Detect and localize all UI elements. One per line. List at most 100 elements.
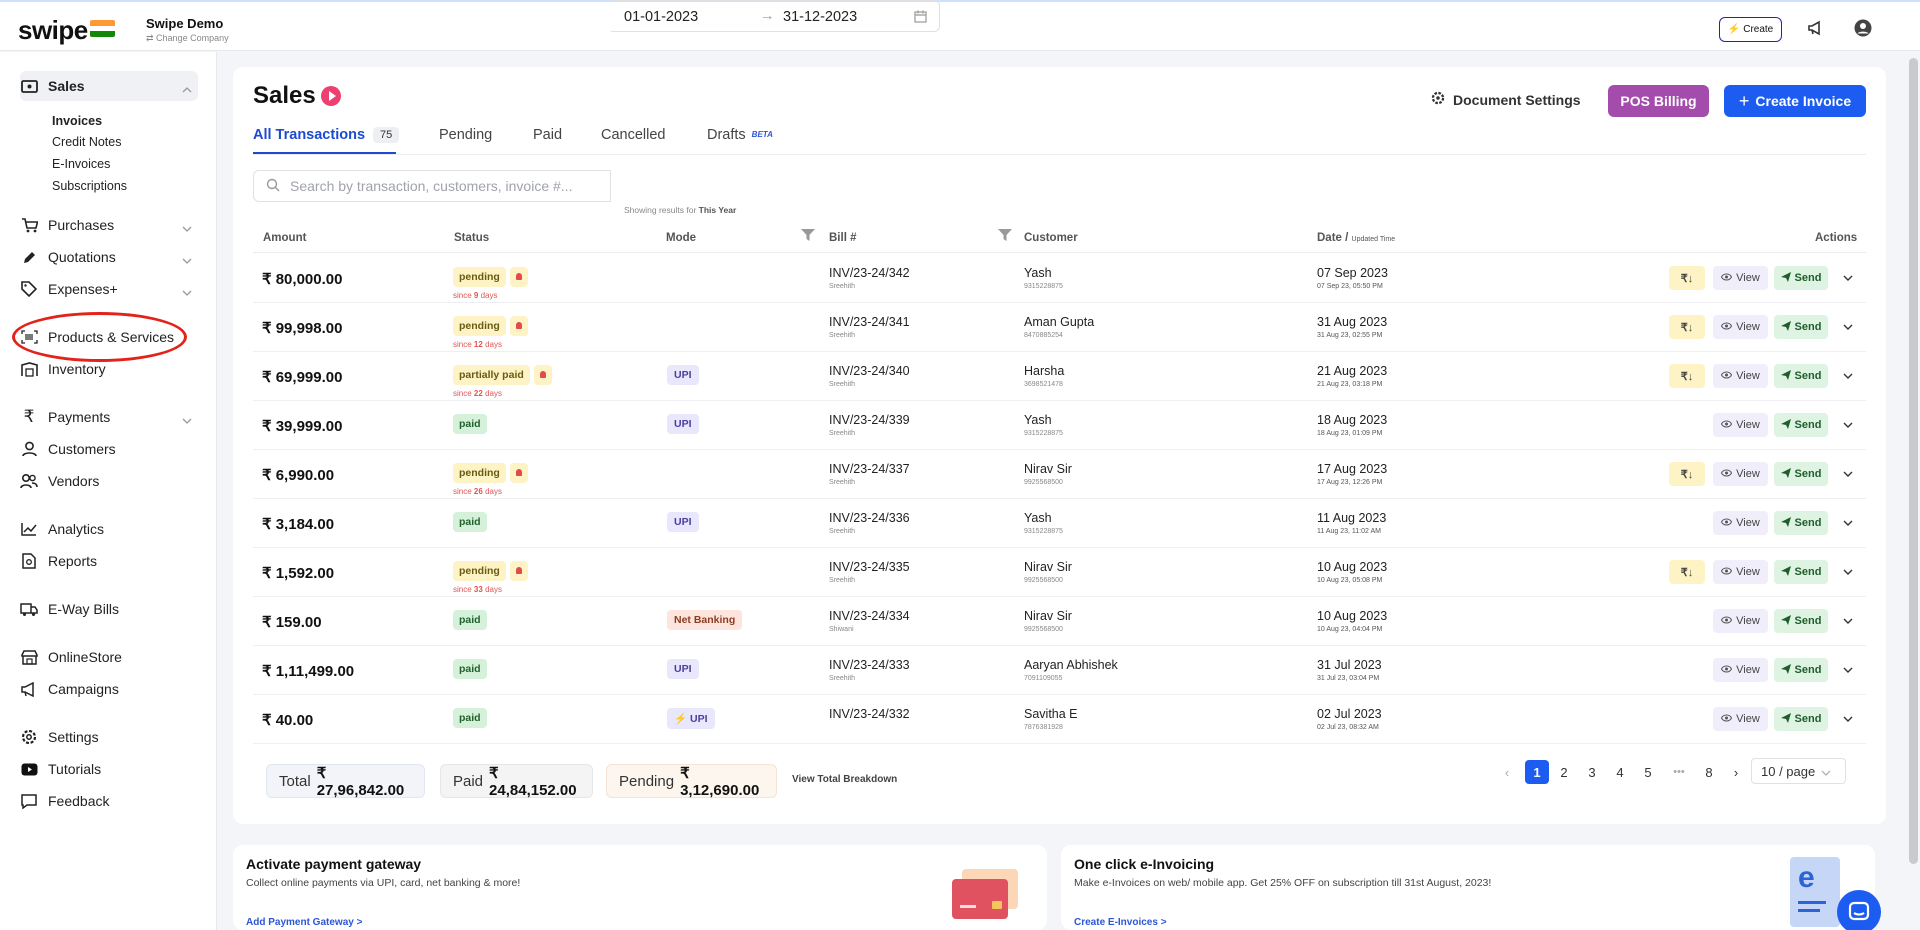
- view-button[interactable]: View: [1713, 560, 1768, 584]
- tab-cancelled[interactable]: Cancelled: [601, 127, 666, 143]
- table-row[interactable]: ₹ 1,11,499.00 paid UPI INV/23-24/333 Sreehit…: [253, 646, 1866, 695]
- table-row[interactable]: ₹ 1,592.00 pending since 33 days INV/23-24/…: [253, 548, 1866, 597]
- next-page-icon[interactable]: ›: [1729, 760, 1743, 784]
- customer-cell[interactable]: Yash 9315228875: [1024, 413, 1063, 437]
- date-range-picker[interactable]: 01-01-2023 → 31-12-2023: [611, 0, 940, 32]
- sidebar-item-customers[interactable]: Customers: [20, 437, 198, 461]
- row-expand-chevron-icon[interactable]: [1838, 560, 1858, 584]
- table-row[interactable]: ₹ 159.00 paid Net Banking INV/23-24/334 Shiw…: [253, 597, 1866, 646]
- view-button[interactable]: View: [1713, 462, 1768, 486]
- reminder-bell-icon[interactable]: [509, 561, 528, 581]
- company-switcher[interactable]: Swipe Demo ⇄ Change Company: [146, 16, 229, 44]
- customer-cell[interactable]: Aman Gupta 8470885254: [1024, 315, 1094, 339]
- sidebar-subitem-subscriptions[interactable]: Subscriptions: [52, 179, 127, 193]
- document-settings-button[interactable]: Document Settings: [1431, 91, 1581, 108]
- customer-cell[interactable]: Aaryan Abhishek 7091109055: [1024, 658, 1118, 682]
- change-company-link[interactable]: ⇄ Change Company: [146, 33, 229, 44]
- table-row[interactable]: ₹ 99,998.00 pending since 12 days INV/23-24…: [253, 303, 1866, 352]
- view-button[interactable]: View: [1713, 511, 1768, 535]
- bill-cell[interactable]: INV/23-24/333 Sreehith: [829, 658, 910, 682]
- view-button[interactable]: View: [1713, 658, 1768, 682]
- send-button[interactable]: Send: [1774, 707, 1828, 731]
- customer-cell[interactable]: Nirav Sir 9925568500: [1024, 462, 1072, 486]
- filter-funnel-icon[interactable]: [801, 229, 815, 241]
- customer-cell[interactable]: Harsha 3698521478: [1024, 364, 1064, 388]
- top-create-button[interactable]: ⚡ Create: [1719, 17, 1782, 42]
- row-expand-chevron-icon[interactable]: [1838, 315, 1858, 339]
- sidebar-subitem-invoices[interactable]: Invoices: [52, 114, 102, 128]
- sidebar-item-campaigns[interactable]: Campaigns: [20, 677, 198, 701]
- announcement-megaphone-icon[interactable]: [1806, 18, 1826, 38]
- row-expand-chevron-icon[interactable]: [1838, 462, 1858, 486]
- tab-drafts[interactable]: Drafts BETA: [707, 127, 773, 143]
- bill-cell[interactable]: INV/23-24/335 Sreehith: [829, 560, 910, 584]
- add-payment-gateway-link[interactable]: Add Payment Gateway >: [246, 917, 362, 928]
- bill-cell[interactable]: INV/23-24/332: [829, 707, 910, 724]
- view-button[interactable]: View: [1713, 413, 1768, 437]
- page-5[interactable]: 5: [1636, 760, 1660, 784]
- create-e-invoices-link[interactable]: Create E-Invoices >: [1074, 917, 1167, 928]
- row-expand-chevron-icon[interactable]: [1838, 266, 1858, 290]
- bill-cell[interactable]: INV/23-24/334 Shiwani: [829, 609, 910, 633]
- view-button[interactable]: View: [1713, 266, 1768, 290]
- date-from[interactable]: 01-01-2023: [624, 9, 698, 25]
- sidebar-item-e-way-bills[interactable]: E-Way Bills: [20, 597, 198, 621]
- reminder-bell-icon[interactable]: [509, 267, 528, 287]
- reminder-bell-icon[interactable]: [509, 463, 528, 483]
- send-button[interactable]: Send: [1774, 266, 1828, 290]
- table-row[interactable]: ₹ 40.00 paid ⚡ UPI INV/23-24/332 Savitha E 78…: [253, 695, 1866, 744]
- customer-cell[interactable]: Nirav Sir 9925568500: [1024, 560, 1072, 584]
- send-button[interactable]: Send: [1774, 364, 1828, 388]
- send-button[interactable]: Send: [1774, 609, 1828, 633]
- record-payment-button[interactable]: ₹↓: [1669, 266, 1705, 290]
- view-total-breakdown-link[interactable]: View Total Breakdown: [792, 774, 897, 785]
- row-expand-chevron-icon[interactable]: [1838, 413, 1858, 437]
- table-row[interactable]: ₹ 39,999.00 paid UPI INV/23-24/339 Sreehith Y…: [253, 401, 1866, 450]
- tab-all-transactions[interactable]: All Transactions 75: [253, 127, 400, 143]
- row-expand-chevron-icon[interactable]: [1838, 364, 1858, 388]
- create-invoice-button[interactable]: + Create Invoice: [1724, 85, 1866, 117]
- view-button[interactable]: View: [1713, 364, 1768, 388]
- page-8[interactable]: 8: [1697, 760, 1721, 784]
- send-button[interactable]: Send: [1774, 315, 1828, 339]
- page-ellipsis[interactable]: •••: [1666, 760, 1692, 784]
- scrollbar-thumb[interactable]: [1909, 58, 1918, 864]
- page-4[interactable]: 4: [1608, 760, 1632, 784]
- record-payment-button[interactable]: ₹↓: [1669, 462, 1705, 486]
- sidebar-subitem-credit-notes[interactable]: Credit Notes: [52, 135, 121, 149]
- send-button[interactable]: Send: [1774, 511, 1828, 535]
- customer-cell[interactable]: Yash 9315228875: [1024, 266, 1063, 290]
- view-button[interactable]: View: [1713, 707, 1768, 731]
- chat-support-icon[interactable]: [1837, 890, 1881, 930]
- row-expand-chevron-icon[interactable]: [1838, 609, 1858, 633]
- page-1[interactable]: 1: [1525, 760, 1549, 784]
- sidebar-item-payments[interactable]: ₹ Payments: [20, 405, 198, 429]
- sidebar-item-purchases[interactable]: Purchases: [20, 213, 198, 237]
- send-button[interactable]: Send: [1774, 462, 1828, 486]
- reminder-bell-icon[interactable]: [509, 316, 528, 336]
- tab-paid[interactable]: Paid: [533, 127, 562, 143]
- date-to[interactable]: 31-12-2023: [783, 9, 857, 25]
- customer-cell[interactable]: Savitha E 7876381928: [1024, 707, 1078, 731]
- row-expand-chevron-icon[interactable]: [1838, 707, 1858, 731]
- view-button[interactable]: View: [1713, 609, 1768, 633]
- prev-page-icon[interactable]: ‹: [1500, 760, 1514, 784]
- pos-billing-button[interactable]: POS Billing: [1608, 85, 1709, 117]
- record-payment-button[interactable]: ₹↓: [1669, 560, 1705, 584]
- table-row[interactable]: ₹ 69,999.00 partially paid since 22 days UP…: [253, 352, 1866, 401]
- customer-cell[interactable]: Yash 9315228875: [1024, 511, 1063, 535]
- page-3[interactable]: 3: [1580, 760, 1604, 784]
- send-button[interactable]: Send: [1774, 658, 1828, 682]
- view-button[interactable]: View: [1713, 315, 1768, 339]
- sidebar-item-reports[interactable]: Reports: [20, 549, 198, 573]
- bill-cell[interactable]: INV/23-24/336 Sreehith: [829, 511, 910, 535]
- bill-cell[interactable]: INV/23-24/341 Sreehith: [829, 315, 910, 339]
- bill-cell[interactable]: INV/23-24/337 Sreehith: [829, 462, 910, 486]
- sidebar-item-sales[interactable]: Sales: [20, 74, 198, 98]
- bill-cell[interactable]: INV/23-24/342 Sreehith: [829, 266, 910, 290]
- reminder-bell-icon[interactable]: [533, 365, 552, 385]
- page-2[interactable]: 2: [1552, 760, 1576, 784]
- record-payment-button[interactable]: ₹↓: [1669, 364, 1705, 388]
- play-video-icon[interactable]: [321, 86, 341, 106]
- sidebar-subitem-e-invoices[interactable]: E-Invoices: [52, 157, 110, 171]
